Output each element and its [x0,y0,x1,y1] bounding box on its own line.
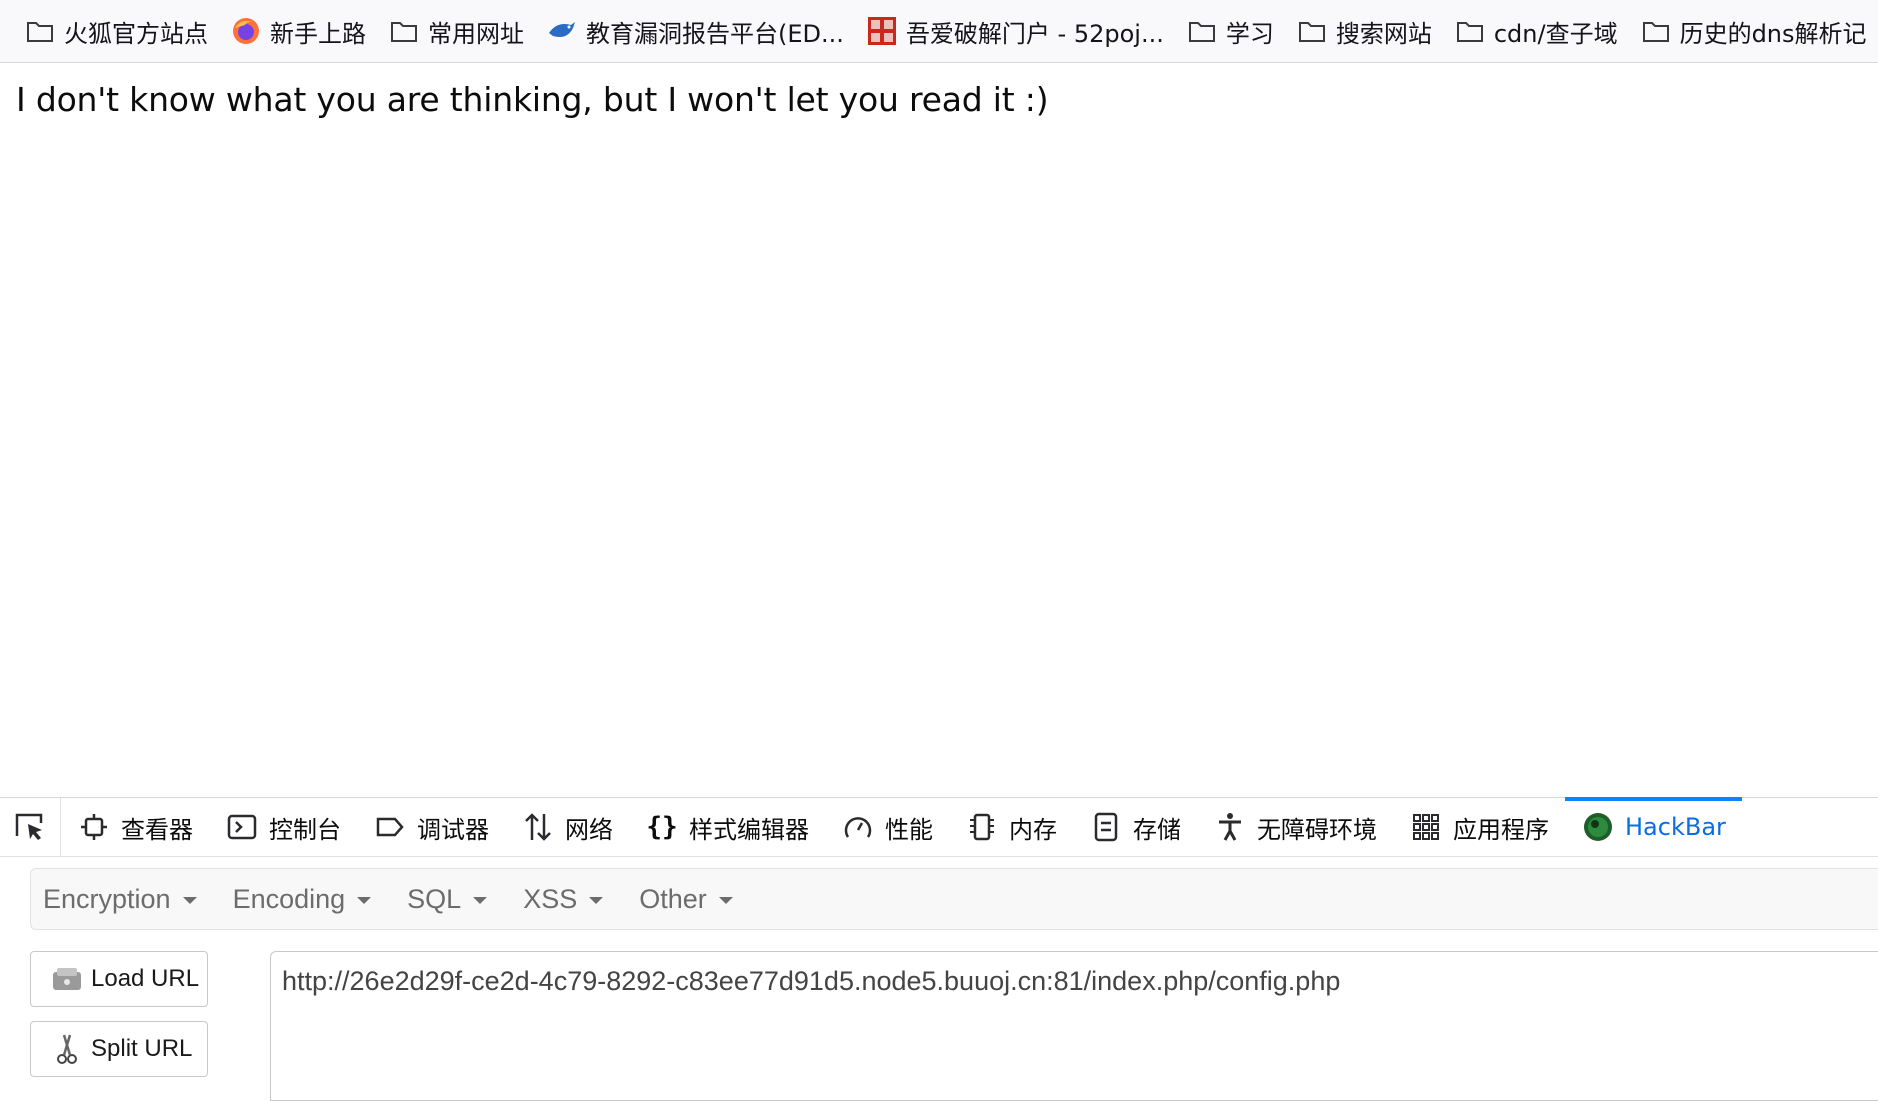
memory-icon [967,812,997,842]
tab-label: 存储 [1133,815,1181,844]
inspector-icon [79,812,109,842]
tab-style-editor[interactable]: {} 样式编辑器 [629,798,825,856]
tab-inspector[interactable]: 查看器 [61,798,209,856]
tab-hackbar[interactable]: HackBar [1565,797,1742,856]
menu-other[interactable]: Other [627,884,747,915]
folder-icon [388,15,420,47]
folder-icon [1640,15,1672,47]
tab-label: 控制台 [269,815,341,844]
bookmark-label: 吾爱破解门户 - 52poj... [905,19,1164,48]
folder-icon [24,15,56,47]
bookmark-label: cdn/查子域 [1493,19,1618,48]
caret-down-icon [589,896,604,904]
load-url-button[interactable]: Load URL [30,951,208,1007]
tab-console[interactable]: 控制台 [209,798,357,856]
tab-label: 查看器 [121,815,193,844]
accessibility-icon [1215,812,1245,842]
menu-xss[interactable]: XSS [511,884,617,915]
element-picker-icon [15,813,43,840]
folder-icon [1296,15,1328,47]
bookmark-label: 历史的dns解析记 [1679,19,1867,48]
tab-application[interactable]: 应用程序 [1393,798,1565,856]
hackbar-icon [1583,812,1613,842]
devtools-panel: 查看器 控制台 调试器 网络 {} 样式编辑器 性能 内存 存储 无障碍环境 应… [0,797,1878,1101]
tab-performance[interactable]: 性能 [825,798,949,856]
tab-label: 网络 [565,815,613,844]
bookmark-item[interactable]: 火狐官方站点 [0,0,222,62]
page-message: I don't know what you are thinking, but … [16,80,1049,119]
folder-icon [1454,15,1486,47]
scissors-icon [49,1031,85,1067]
bookmark-item[interactable]: 搜索网站 [1288,0,1446,62]
split-url-button[interactable]: Split URL [30,1021,208,1077]
tab-label: 样式编辑器 [689,815,809,844]
caret-down-icon [182,896,197,904]
bookmarks-toolbar: 火狐官方站点 新手上路 常用网址 教育漏洞报告平台(ED... 吾爱破解门户 -… [0,0,1878,63]
tab-label: HackBar [1625,813,1726,841]
bookmark-label: 新手上路 [270,19,366,48]
bookmark-label: 学习 [1225,19,1274,48]
devtools-tabbar: 查看器 控制台 调试器 网络 {} 样式编辑器 性能 内存 存储 无障碍环境 应… [0,797,1878,857]
style-editor-icon: {} [646,812,678,842]
tab-label: 性能 [885,815,933,844]
menu-label: SQL [407,883,462,914]
bookmark-item[interactable]: 历史的dns解析记 [1632,0,1878,62]
menu-label: Encoding [232,883,346,914]
52pojie-icon [866,15,898,47]
element-picker-button[interactable] [0,798,61,856]
caret-down-icon [357,896,372,904]
application-icon [1411,812,1441,842]
tab-label: 无障碍环境 [1257,815,1377,844]
tab-label: 应用程序 [1453,815,1549,844]
menu-sql[interactable]: SQL [395,884,501,915]
bookmark-item[interactable]: 常用网址 [380,0,538,62]
storage-icon [1091,812,1121,842]
menu-encoding[interactable]: Encoding [221,884,386,915]
menu-label: Other [639,883,707,914]
bookmark-item[interactable]: cdn/查子域 [1446,0,1632,62]
load-url-label: Load URL [91,965,200,992]
tab-storage[interactable]: 存储 [1073,798,1197,856]
debugger-icon [375,812,405,842]
bird-icon [546,15,578,47]
tab-label: 内存 [1009,815,1057,844]
console-icon [227,812,257,842]
bookmark-item[interactable]: 新手上路 [222,0,380,62]
bookmark-label: 搜索网站 [1335,19,1432,48]
bookmark-item[interactable]: 吾爱破解门户 - 52poj... [858,0,1178,62]
bookmark-item[interactable]: 学习 [1178,0,1288,62]
network-icon [523,812,553,842]
url-textarea[interactable]: http://26e2d29f-ce2d-4c79-8292-c83ee77d9… [270,951,1878,1101]
bookmark-label: 火狐官方站点 [64,19,208,48]
tab-label: 调试器 [417,815,489,844]
bookmark-label: 常用网址 [428,19,524,48]
menu-label: Encryption [43,883,171,914]
folder-icon [1186,15,1218,47]
performance-icon [843,812,873,842]
split-url-label: Split URL [91,1035,193,1062]
tab-debugger[interactable]: 调试器 [357,798,505,856]
firefox-icon [230,15,262,47]
caret-down-icon [473,896,488,904]
tab-accessibility[interactable]: 无障碍环境 [1197,798,1393,856]
load-url-icon [49,961,85,997]
hackbar-menu: Encryption Encoding SQL XSS Other [30,868,1878,930]
tab-memory[interactable]: 内存 [949,798,1073,856]
caret-down-icon [718,896,733,904]
bookmark-label: 教育漏洞报告平台(ED... [586,19,844,48]
tab-network[interactable]: 网络 [505,798,629,856]
menu-encryption[interactable]: Encryption [31,884,211,915]
bookmark-item[interactable]: 教育漏洞报告平台(ED... [538,0,858,62]
menu-label: XSS [523,883,578,914]
